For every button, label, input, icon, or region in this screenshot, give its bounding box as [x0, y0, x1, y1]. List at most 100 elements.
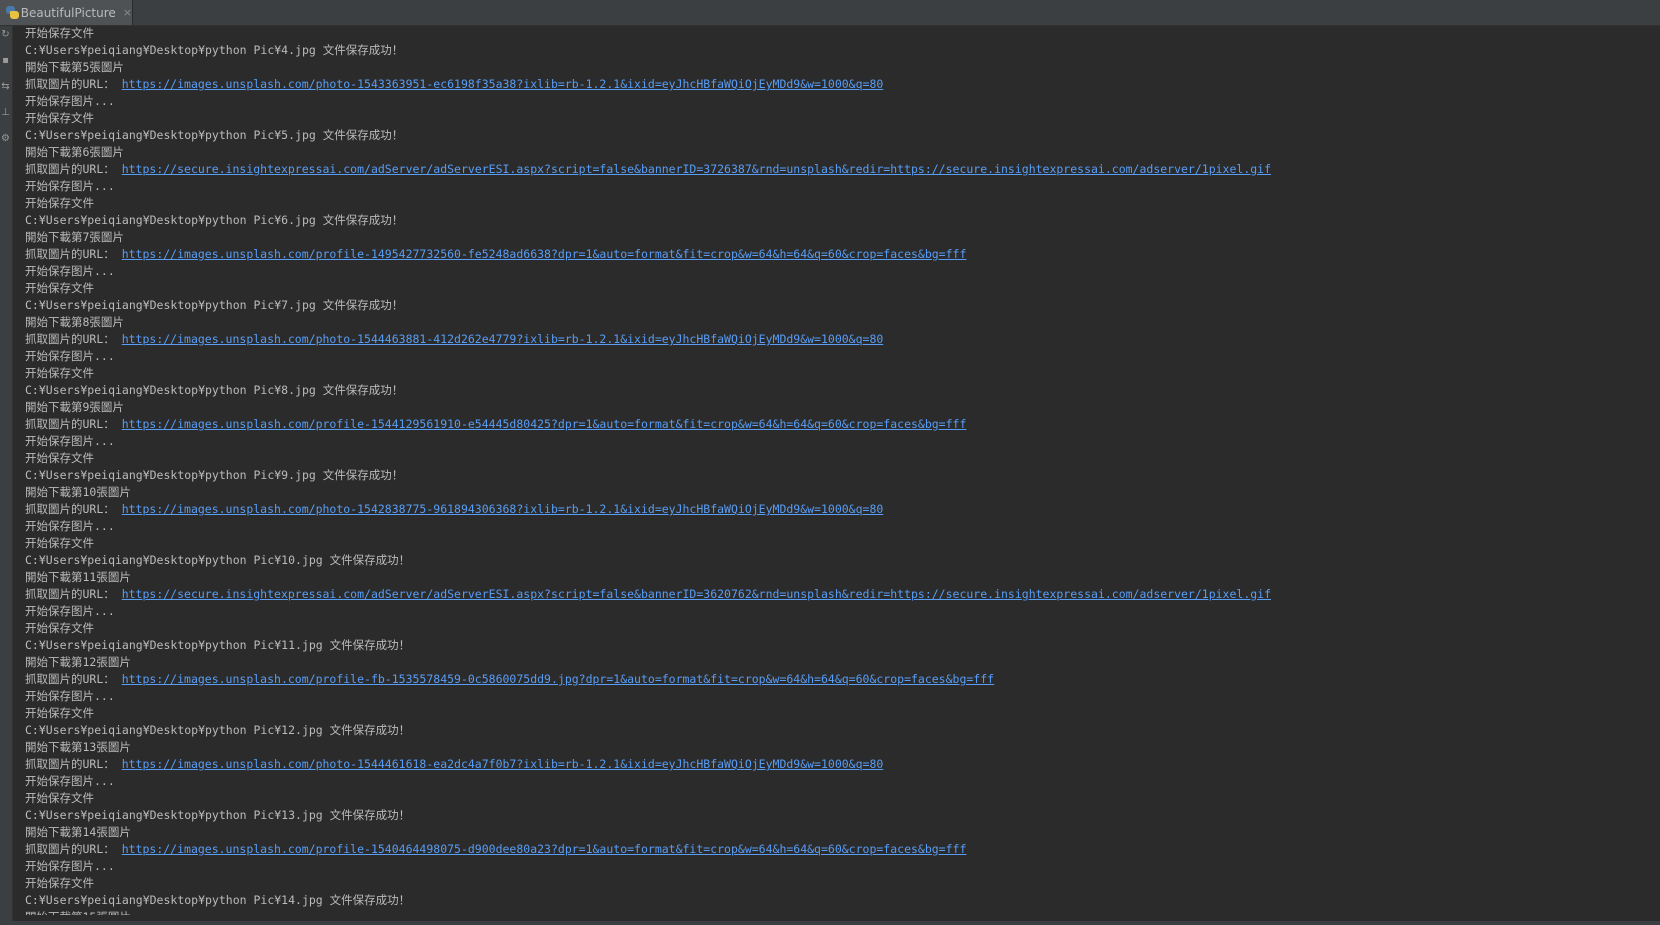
- console-line: 开始保存文件: [25, 705, 1650, 722]
- image-url-link[interactable]: https://secure.insightexpressai.com/adSe…: [122, 587, 1271, 601]
- console-line: 开始保存图片...: [25, 433, 1650, 450]
- console-text: 开始保存图片...: [25, 519, 115, 533]
- restore-layout-icon[interactable]: ⇆: [1, 82, 10, 92]
- console-line: 開始下載第7張圖片: [25, 229, 1650, 246]
- console-line: 开始保存图片...: [25, 263, 1650, 280]
- url-label: 抓取圖片的URL：: [25, 757, 122, 771]
- console-text: 开始保存图片...: [25, 349, 115, 363]
- console-line: 开始保存文件: [25, 365, 1650, 382]
- console-url-line: 抓取圖片的URL： https://secure.insightexpressa…: [25, 586, 1650, 603]
- console-text: C:¥Users¥peiqiang¥Desktop¥python Pic¥13.…: [25, 808, 411, 822]
- image-url-link[interactable]: https://images.unsplash.com/profile-fb-1…: [122, 672, 994, 686]
- console-text: 开始保存图片...: [25, 689, 115, 703]
- console-line: 開始下載第13張圖片: [25, 739, 1650, 756]
- console-url-line: 抓取圖片的URL： https://images.unsplash.com/ph…: [25, 501, 1650, 518]
- console-url-line: 抓取圖片的URL： https://images.unsplash.com/pr…: [25, 671, 1650, 688]
- tab-title: BeautifulPicture: [20, 5, 116, 20]
- console-url-line: 抓取圖片的URL： https://images.unsplash.com/pr…: [25, 841, 1650, 858]
- console-text: 开始保存文件: [25, 196, 94, 210]
- console-line: 开始保存图片...: [25, 178, 1650, 195]
- console-line: C:¥Users¥peiqiang¥Desktop¥python Pic¥13.…: [25, 807, 1650, 824]
- console-text: C:¥Users¥peiqiang¥Desktop¥python Pic¥10.…: [25, 553, 411, 567]
- console-line: 开始保存文件: [25, 450, 1650, 467]
- console-line: 開始下載第14張圖片: [25, 824, 1650, 841]
- console-url-line: 抓取圖片的URL： https://images.unsplash.com/pr…: [25, 246, 1650, 263]
- console-text: 开始保存图片...: [25, 774, 115, 788]
- console-text: C:¥Users¥peiqiang¥Desktop¥python Pic¥6.j…: [25, 213, 404, 227]
- console-text: 开始保存文件: [25, 26, 94, 40]
- console-line: 開始下載第11張圖片: [25, 569, 1650, 586]
- console-line: 開始下載第8張圖片: [25, 314, 1650, 331]
- rerun-icon[interactable]: ↻: [1, 30, 10, 40]
- console-text: 开始保存文件: [25, 791, 94, 805]
- console-line: 开始保存图片...: [25, 93, 1650, 110]
- image-url-link[interactable]: https://images.unsplash.com/profile-1544…: [122, 417, 967, 431]
- console-text: 开始保存文件: [25, 621, 94, 635]
- console-line: 开始保存文件: [25, 110, 1650, 127]
- console-text: 開始下載第15張圖片: [25, 910, 131, 915]
- image-url-link[interactable]: https://images.unsplash.com/photo-154283…: [122, 502, 884, 516]
- console-text: 開始下載第13張圖片: [25, 740, 131, 754]
- console-line: 开始保存文件: [25, 875, 1650, 892]
- console-line: 开始保存文件: [25, 25, 1650, 42]
- console-text: 开始保存文件: [25, 536, 94, 550]
- run-toolbar: ↻ ▪ ⇆ ⊥ ⚙: [0, 26, 13, 925]
- console-url-line: 抓取圖片的URL： https://images.unsplash.com/ph…: [25, 331, 1650, 348]
- console-line: C:¥Users¥peiqiang¥Desktop¥python Pic¥5.j…: [25, 127, 1650, 144]
- url-label: 抓取圖片的URL：: [25, 417, 122, 431]
- console-text: 开始保存图片...: [25, 94, 115, 108]
- console-text: 開始下載第12張圖片: [25, 655, 131, 669]
- console-line: C:¥Users¥peiqiang¥Desktop¥python Pic¥10.…: [25, 552, 1650, 569]
- console-text: 开始保存文件: [25, 111, 94, 125]
- console-line: C:¥Users¥peiqiang¥Desktop¥python Pic¥7.j…: [25, 297, 1650, 314]
- console-line: C:¥Users¥peiqiang¥Desktop¥python Pic¥9.j…: [25, 467, 1650, 484]
- url-label: 抓取圖片的URL：: [25, 587, 122, 601]
- console-line: 开始保存文件: [25, 195, 1650, 212]
- console-line: 开始保存图片...: [25, 348, 1650, 365]
- image-url-link[interactable]: https://images.unsplash.com/profile-1495…: [122, 247, 967, 261]
- stop-icon[interactable]: ▪: [1, 56, 10, 66]
- console-url-line: 抓取圖片的URL： https://images.unsplash.com/ph…: [25, 756, 1650, 773]
- console-text: C:¥Users¥peiqiang¥Desktop¥python Pic¥14.…: [25, 893, 411, 907]
- settings-icon[interactable]: ⚙: [1, 134, 10, 144]
- console-text: 開始下載第5張圖片: [25, 60, 124, 74]
- console-text: 开始保存文件: [25, 281, 94, 295]
- url-label: 抓取圖片的URL：: [25, 162, 122, 176]
- console-text: 开始保存文件: [25, 451, 94, 465]
- console-line: 開始下載第9張圖片: [25, 399, 1650, 416]
- console-text: C:¥Users¥peiqiang¥Desktop¥python Pic¥7.j…: [25, 298, 404, 312]
- close-tab-icon[interactable]: ×: [123, 6, 132, 19]
- console-line: C:¥Users¥peiqiang¥Desktop¥python Pic¥4.j…: [25, 42, 1650, 59]
- console-line: 开始保存图片...: [25, 603, 1650, 620]
- pin-icon[interactable]: ⊥: [1, 108, 10, 118]
- image-url-link[interactable]: https://secure.insightexpressai.com/adSe…: [122, 162, 1271, 176]
- console-line: C:¥Users¥peiqiang¥Desktop¥python Pic¥11.…: [25, 637, 1650, 654]
- image-url-link[interactable]: https://images.unsplash.com/profile-1540…: [122, 842, 967, 856]
- console-text: 開始下載第10張圖片: [25, 485, 131, 499]
- image-url-link[interactable]: https://images.unsplash.com/photo-154446…: [122, 757, 884, 771]
- console-line: 开始保存图片...: [25, 518, 1650, 535]
- console-line: 开始保存图片...: [25, 858, 1650, 875]
- url-label: 抓取圖片的URL：: [25, 332, 122, 346]
- console-text: C:¥Users¥peiqiang¥Desktop¥python Pic¥5.j…: [25, 128, 404, 142]
- console-text: C:¥Users¥peiqiang¥Desktop¥python Pic¥8.j…: [25, 383, 404, 397]
- console-line: C:¥Users¥peiqiang¥Desktop¥python Pic¥12.…: [25, 722, 1650, 739]
- run-tab-bar: BeautifulPicture ×: [0, 0, 1660, 26]
- console-text: 开始保存图片...: [25, 264, 115, 278]
- console-text: 开始保存图片...: [25, 604, 115, 618]
- console-url-line: 抓取圖片的URL： https://secure.insightexpressa…: [25, 161, 1650, 178]
- console-output[interactable]: 开始保存文件 C:¥Users¥peiqiang¥Desktop¥python P…: [25, 25, 1650, 915]
- console-line: 開始下載第12張圖片: [25, 654, 1650, 671]
- console-text: 开始保存文件: [25, 706, 94, 720]
- console-line: 開始下載第10張圖片: [25, 484, 1650, 501]
- console-text: 开始保存图片...: [25, 434, 115, 448]
- tab-beautifulpicture[interactable]: BeautifulPicture ×: [0, 0, 133, 25]
- console-line: 开始保存图片...: [25, 688, 1650, 705]
- image-url-link[interactable]: https://images.unsplash.com/photo-154336…: [122, 77, 884, 91]
- run-console-window: BeautifulPicture × ↻ ▪ ⇆ ⊥ ⚙ 开始保存文件 C:¥Us…: [0, 0, 1660, 925]
- console-line: 开始保存图片...: [25, 773, 1650, 790]
- console-line: 开始保存文件: [25, 790, 1650, 807]
- image-url-link[interactable]: https://images.unsplash.com/photo-154446…: [122, 332, 884, 346]
- url-label: 抓取圖片的URL：: [25, 77, 122, 91]
- console-text: 开始保存图片...: [25, 859, 115, 873]
